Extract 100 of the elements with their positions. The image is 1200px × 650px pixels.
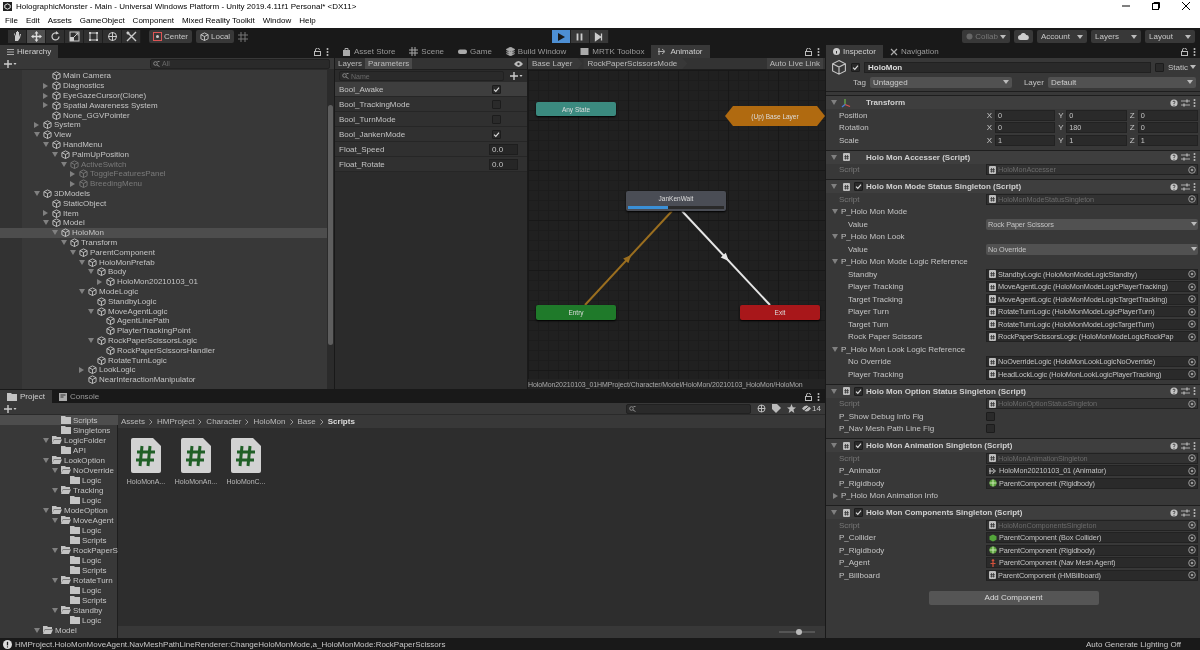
hierarchy-item[interactable]: MoveAgentLogic	[0, 306, 327, 316]
component-header[interactable]: Holo Mon Mode Status Singleton (Script)	[826, 179, 1200, 193]
more-icon[interactable]	[1193, 98, 1196, 107]
add-icon[interactable]	[4, 404, 17, 413]
tab[interactable]: Game	[451, 45, 499, 58]
add-component-button[interactable]: Add Component	[928, 590, 1099, 605]
down-arrow-icon[interactable]	[87, 308, 94, 314]
down-arrow-icon[interactable]	[832, 209, 838, 215]
pause-button[interactable]	[571, 30, 591, 43]
tab[interactable]: Console	[51, 390, 107, 403]
hierarchy-item[interactable]: HoloMon	[0, 227, 327, 238]
tab[interactable]: Parameters	[365, 58, 413, 69]
checkbox[interactable]	[854, 441, 863, 450]
tab[interactable]: Inspector	[826, 45, 883, 58]
more-icon[interactable]	[1193, 441, 1196, 450]
static-checkbox[interactable]	[1155, 62, 1164, 72]
checkbox[interactable]	[986, 411, 995, 421]
hierarchy-item[interactable]: System	[0, 120, 327, 130]
help-icon[interactable]	[1170, 182, 1178, 191]
parameter-row[interactable]: Float_Rotate 0.0	[335, 157, 527, 172]
folder-item[interactable]: RockPaperS	[0, 545, 118, 555]
folder-item[interactable]: Logic	[0, 495, 118, 505]
sliders-icon[interactable]	[1181, 182, 1190, 191]
more-icon[interactable]	[1193, 153, 1196, 161]
help-icon[interactable]	[1170, 98, 1178, 107]
hierarchy-item[interactable]: LookLogic	[0, 364, 327, 375]
lock-icon[interactable]	[805, 392, 812, 401]
right-arrow-icon[interactable]	[97, 278, 102, 285]
account-dropdown[interactable]: Account	[1037, 30, 1087, 43]
object-picker-icon[interactable]	[1188, 195, 1196, 204]
folder-item[interactable]: API	[0, 445, 118, 455]
add-icon[interactable]	[510, 72, 523, 80]
menu-item[interactable]: Edit	[21, 15, 44, 25]
down-arrow-icon[interactable]	[832, 234, 838, 240]
filter-icon[interactable]	[757, 404, 767, 413]
hierarchy-item[interactable]: Item	[0, 208, 327, 218]
tab[interactable]: Navigation	[882, 45, 946, 58]
breadcrumb[interactable]: Character	[206, 417, 242, 426]
right-arrow-icon[interactable]	[70, 170, 75, 177]
more-icon[interactable]	[1193, 182, 1196, 191]
hidden-packages-toggle[interactable]: 14	[802, 404, 821, 413]
tab[interactable]: Animator	[651, 45, 710, 58]
hierarchy-item[interactable]: RotateTurnLogic	[0, 355, 327, 365]
down-arrow-icon[interactable]	[87, 269, 94, 275]
scale-tool-button[interactable]	[65, 30, 84, 43]
folder-item[interactable]: ModeOption	[0, 505, 118, 515]
down-arrow-icon[interactable]	[51, 487, 58, 493]
more-icon[interactable]	[1193, 508, 1196, 517]
breadcrumb[interactable]: Assets	[121, 417, 145, 426]
breadcrumb[interactable]: Scripts	[327, 417, 355, 426]
folder-item[interactable]: Scripts	[0, 595, 118, 605]
down-arrow-icon[interactable]	[830, 510, 837, 515]
star-icon[interactable]	[787, 404, 797, 413]
help-icon[interactable]	[1170, 153, 1178, 161]
folder-item[interactable]: RotateTurn	[0, 575, 118, 585]
down-arrow-icon[interactable]	[51, 577, 58, 583]
help-icon[interactable]	[1170, 508, 1178, 517]
rotate-tool-button[interactable]	[46, 30, 65, 43]
down-arrow-icon[interactable]	[832, 346, 838, 352]
hierarchy-item[interactable]: HandMenu	[0, 139, 327, 150]
help-icon[interactable]	[1170, 441, 1178, 450]
tab[interactable]: Layers	[335, 58, 365, 69]
right-arrow-icon[interactable]	[832, 492, 838, 499]
hierarchy-item[interactable]: EyeGazeCursor(Clone)	[0, 90, 327, 101]
layer-dropdown[interactable]: Default	[1047, 76, 1196, 88]
lock-icon[interactable]	[314, 47, 321, 56]
menu-item[interactable]: Assets	[43, 15, 76, 25]
move-tool-button[interactable]	[27, 30, 46, 43]
checkbox[interactable]	[986, 424, 995, 434]
static-dropdown[interactable]: Static	[1168, 62, 1196, 72]
more-icon[interactable]	[326, 47, 329, 56]
tag-dropdown[interactable]: Untagged	[869, 76, 1012, 88]
down-arrow-icon[interactable]	[830, 154, 837, 160]
right-arrow-icon[interactable]	[34, 121, 39, 128]
tab[interactable]: MRTK Toolbox	[573, 45, 652, 58]
right-arrow-icon[interactable]	[79, 366, 84, 373]
down-arrow-icon[interactable]	[42, 142, 49, 147]
down-arrow-icon[interactable]	[42, 437, 49, 443]
down-arrow-icon[interactable]	[830, 100, 837, 105]
down-arrow-icon[interactable]	[33, 132, 40, 138]
right-arrow-icon[interactable]	[43, 92, 48, 99]
layers-dropdown[interactable]: Layers	[1091, 30, 1141, 43]
checkbox[interactable]	[492, 84, 501, 94]
down-arrow-icon[interactable]	[78, 259, 85, 265]
folder-item[interactable]: Singletons	[0, 425, 118, 435]
hierarchy-item[interactable]: ModeLogic	[0, 286, 327, 297]
hand-tool-button[interactable]	[8, 30, 27, 43]
hierarchy-item[interactable]: NearInteractionManipulator	[0, 374, 327, 385]
grid-snap-icon[interactable]	[238, 31, 249, 42]
folder-item[interactable]: MoveAgent	[0, 515, 118, 525]
folder-item[interactable]: LogicFolder	[0, 435, 118, 445]
hierarchy-item[interactable]: Diagnostics	[0, 80, 327, 91]
checkbox[interactable]	[492, 129, 501, 139]
parameter-row[interactable]: Bool_TurnMode	[335, 112, 527, 127]
menu-item[interactable]: File	[1, 15, 22, 25]
hierarchy-item[interactable]: ParentComponent	[0, 247, 327, 258]
parameter-row[interactable]: Bool_TrackingMode	[335, 97, 527, 112]
folder-item[interactable]: Standby	[0, 605, 118, 615]
menu-item[interactable]: Window	[258, 15, 296, 25]
breadcrumb[interactable]: HoloMon	[253, 417, 286, 426]
